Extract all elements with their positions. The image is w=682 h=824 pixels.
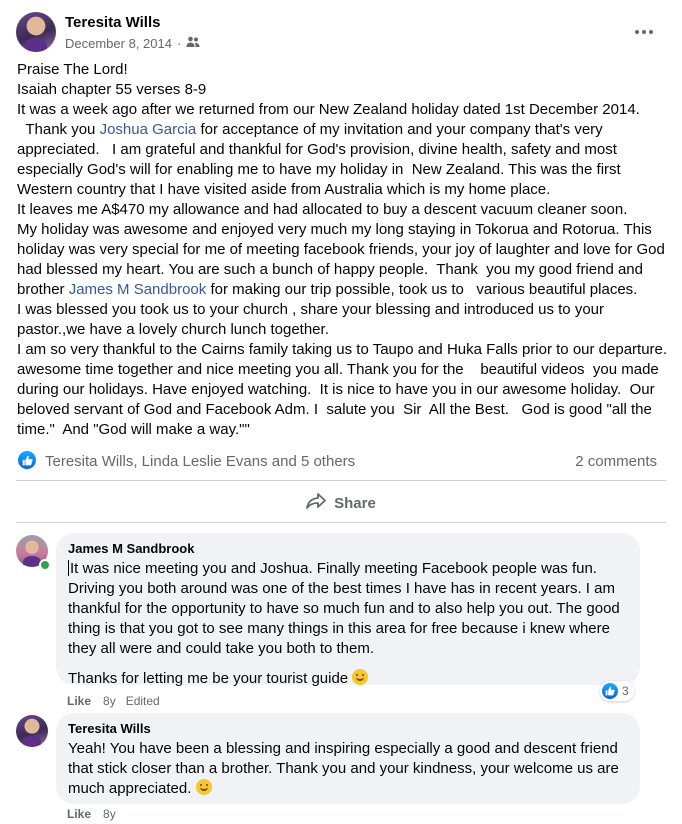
comment-like-button[interactable]: Like xyxy=(67,807,91,821)
share-button[interactable]: Share xyxy=(0,488,682,518)
comment-author[interactable]: James M Sandbrook xyxy=(68,541,628,557)
like-reaction-icon xyxy=(602,683,618,699)
comment-reaction-count: 3 xyxy=(622,684,629,698)
smile-emoji-icon xyxy=(352,669,369,685)
comment-actions: Like 8y xyxy=(67,807,116,821)
comment-text-part-2: Thanks for letting me be your tourist gu… xyxy=(68,670,353,687)
comment-time[interactable]: 8y xyxy=(103,694,116,708)
divider-top xyxy=(16,480,666,481)
comment-text-part-1: Yeah! You have been a blessing and inspi… xyxy=(68,740,624,797)
comment-reactions[interactable]: 3 xyxy=(600,681,634,701)
comment-text: Yeah! You have been a blessing and inspi… xyxy=(68,739,628,799)
comment-text: It was nice meeting you and Joshua. Fina… xyxy=(68,559,628,659)
online-status-dot xyxy=(39,559,51,571)
comment-actions: Like 8y Edited xyxy=(67,694,160,708)
comment-bubble: Teresita Wills Yeah! You have been a ble… xyxy=(56,713,640,804)
more-horizontal-icon[interactable] xyxy=(632,20,656,44)
post-author-name[interactable]: Teresita Wills xyxy=(65,14,160,31)
divider-bottom xyxy=(16,522,666,523)
reactors-names[interactable]: Teresita Wills, Linda Leslie Evans and 5… xyxy=(45,453,355,470)
post-text-part-3: for making our trip possible, took us to… xyxy=(17,281,668,438)
comment-like-button[interactable]: Like xyxy=(67,694,91,708)
comment-bubble: James M Sandbrook It was nice meeting yo… xyxy=(56,533,640,687)
comment-2: Teresita Wills Yeah! You have been a ble… xyxy=(16,713,642,821)
comment-text-2: Thanks for letting me be your tourist gu… xyxy=(68,669,628,689)
comment-author[interactable]: Teresita Wills xyxy=(68,721,628,737)
post-body: Praise The Lord! Isaiah chapter 55 verse… xyxy=(17,60,672,440)
post-header: Teresita Wills December 8, 2014 · xyxy=(16,12,666,56)
author-avatar[interactable] xyxy=(16,12,56,52)
mention-joshua-garcia[interactable]: Joshua Garcia xyxy=(100,121,197,138)
share-label: Share xyxy=(334,494,376,512)
commenter-avatar[interactable] xyxy=(16,715,48,747)
comment-time[interactable]: 8y xyxy=(103,807,116,821)
reactions-summary: Teresita Wills, Linda Leslie Evans and 5… xyxy=(18,451,666,473)
post-meta: December 8, 2014 · xyxy=(65,36,200,51)
comment-edited-label[interactable]: Edited xyxy=(126,694,160,708)
comments-count[interactable]: 2 comments xyxy=(575,453,657,470)
like-reaction-icon[interactable] xyxy=(18,451,36,469)
text-cursor xyxy=(68,560,69,576)
comment-text-part-1: It was nice meeting you and Joshua. Fina… xyxy=(68,560,624,657)
mention-james-m-sandbrook[interactable]: James M Sandbrook xyxy=(69,281,207,298)
comment-1: James M Sandbrook It was nice meeting yo… xyxy=(16,533,642,715)
post-date[interactable]: December 8, 2014 xyxy=(65,36,172,51)
blush-emoji-icon xyxy=(195,779,212,795)
share-icon xyxy=(306,492,327,514)
friends-icon[interactable] xyxy=(186,36,200,51)
post-text: Praise The Lord! Isaiah chapter 55 verse… xyxy=(17,60,672,440)
post-text-part-2: for acceptance of my invitation and your… xyxy=(17,121,665,298)
meta-separator: · xyxy=(176,36,182,51)
